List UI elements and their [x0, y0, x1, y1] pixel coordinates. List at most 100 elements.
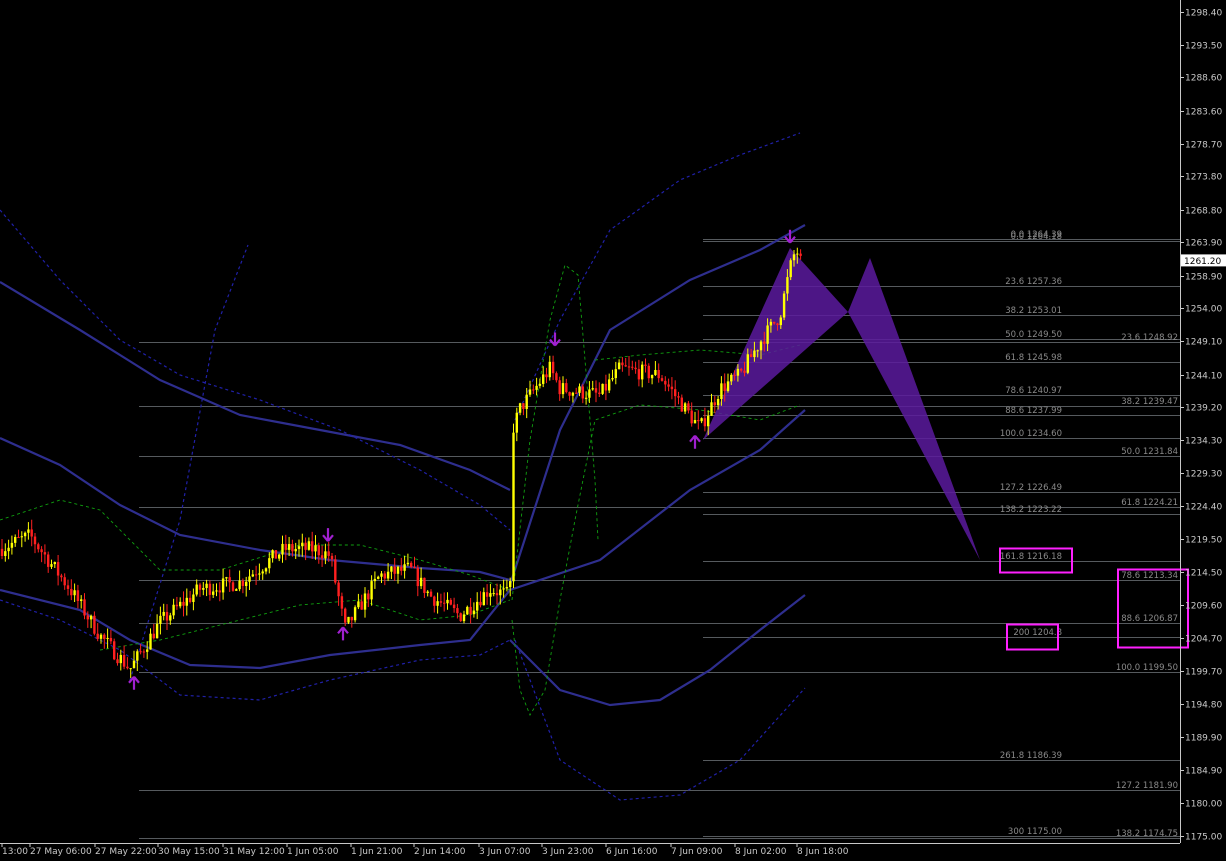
candle-body [674, 389, 677, 397]
candle-body [667, 384, 670, 387]
candle-body [634, 367, 637, 370]
candle-body [439, 601, 443, 603]
candle-body [142, 651, 146, 653]
fib-label: 38.2 1253.01 [1005, 306, 1062, 316]
candle-body [769, 321, 773, 326]
price-tick-label: 1298.40 [1185, 9, 1222, 19]
candle-body [311, 541, 314, 552]
candle-body [155, 623, 159, 639]
candle-body [218, 590, 221, 593]
candle-body [693, 420, 697, 424]
candle-body [743, 370, 746, 373]
time-tick-label: 3 Jun 07:00 [479, 847, 531, 857]
candle-body [789, 260, 792, 278]
candle-body [175, 604, 179, 607]
candle-body [56, 562, 60, 576]
candle-body [733, 374, 736, 376]
price-tick-label: 1180.00 [1185, 800, 1222, 810]
candle-body [591, 388, 594, 390]
candle-body [746, 354, 749, 373]
time-tick-label: 2 Jun 14:00 [414, 847, 466, 857]
price-tick-label: 1249.10 [1185, 338, 1222, 348]
candle-body [109, 637, 113, 642]
candle-body [588, 389, 591, 398]
candle-body [119, 654, 122, 664]
signal-arrows [128, 229, 796, 690]
candle-body [518, 403, 522, 413]
candle-body [555, 373, 558, 381]
candle-body [502, 588, 505, 590]
candle-body [677, 396, 680, 398]
candle-body [271, 550, 274, 559]
arrow-down-shape [322, 528, 334, 542]
fib-label: 78.6 1240.97 [1005, 386, 1062, 396]
candle-body [512, 432, 515, 582]
candle-body [284, 543, 287, 550]
candle-body [99, 634, 103, 639]
candle-body [631, 366, 634, 368]
candle-body [357, 601, 360, 608]
candle-body [495, 593, 499, 596]
candle-body [4, 551, 7, 556]
candle-body [350, 616, 353, 621]
candle-body [740, 368, 743, 371]
price-tick-label: 1254.00 [1185, 305, 1222, 315]
candle-body [63, 577, 66, 586]
candle-body [617, 362, 621, 370]
candle-body [601, 383, 604, 394]
time-tick-label: 8 Jun 18:00 [797, 847, 849, 857]
candle-body [340, 596, 344, 609]
candle-body [304, 542, 307, 550]
candle-body [294, 548, 297, 552]
price-tick-label: 1268.80 [1185, 207, 1222, 217]
candle-body [713, 402, 716, 406]
candle-body [627, 366, 631, 368]
candle-body [238, 580, 241, 590]
time-tick-label: 27 May 22:00 [95, 847, 157, 857]
arrow-down-icon [322, 528, 334, 542]
price-tick-label: 1224.40 [1185, 503, 1222, 513]
candle-body [96, 633, 99, 639]
candle-body [212, 591, 215, 595]
candle-body [558, 380, 561, 395]
price-tick-label: 1283.60 [1185, 108, 1222, 118]
candle-body [360, 601, 363, 610]
candle-body [416, 567, 419, 587]
candle-body [664, 380, 667, 385]
price-tick-label: 1239.20 [1185, 404, 1222, 414]
price-chart[interactable]: 0.0 1264.39 0.0 1264.18 23.6 1257.36 38.2 1… [0, 0, 1226, 857]
candle-body [73, 590, 76, 596]
arrow-down-shape [549, 332, 561, 347]
candle-body [670, 386, 674, 390]
time-axis: 13:00 27 May 06:00 27 May 22:00 30 May 15:0… [0, 843, 1180, 857]
candle-body [314, 545, 317, 552]
candle-body [198, 584, 202, 590]
fib-label: 100.0 1199.50 [1116, 663, 1178, 673]
fib-label: 261.8 1186.39 [1000, 751, 1062, 761]
candle-body [446, 599, 449, 604]
candle-body [278, 554, 281, 559]
candle-body [433, 596, 436, 606]
candle-body [113, 641, 116, 660]
candle-body [644, 364, 647, 366]
candle-body [264, 568, 268, 572]
chart-canvas[interactable]: 0.0 1264.390.0 1264.1823.6 1257.3638.2 1… [0, 0, 1226, 857]
arrow-up-shape [689, 434, 701, 449]
candle-body [773, 321, 776, 324]
candle-body [334, 559, 337, 583]
candle-body [27, 529, 30, 533]
band-dotted-upper [0, 209, 511, 531]
candle-body [482, 592, 485, 606]
candle-body [268, 558, 271, 569]
candle-body [89, 615, 93, 620]
candle-body [353, 607, 357, 621]
candle-body [261, 571, 264, 574]
candle-body [192, 594, 195, 603]
candle-body [386, 571, 390, 579]
candle-body [390, 566, 393, 572]
candle-body [159, 615, 162, 624]
arrow-down-icon [549, 332, 561, 347]
candle-body [604, 383, 608, 391]
candle-body [129, 668, 132, 670]
candle-body [525, 394, 528, 409]
